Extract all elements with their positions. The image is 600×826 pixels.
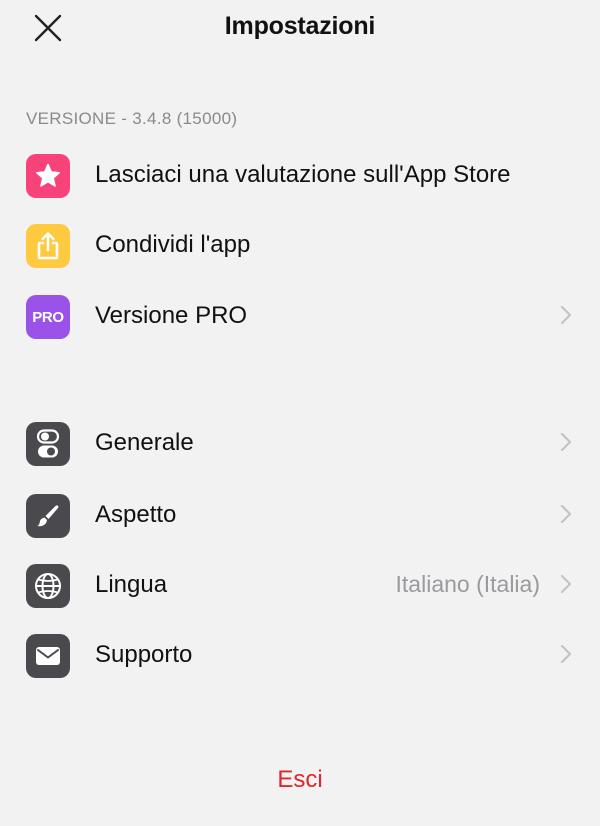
appearance-row[interactable]: Aspetto <box>0 486 600 546</box>
pro-icon-text: PRO <box>32 308 64 326</box>
chevron-right-icon <box>560 432 572 452</box>
brush-icon <box>26 494 70 538</box>
page-title: Impostazioni <box>224 12 376 40</box>
mail-icon <box>26 634 70 678</box>
chevron-right-icon <box>560 574 572 594</box>
general-label: Generale <box>95 429 194 456</box>
support-row[interactable]: Supporto <box>0 626 600 686</box>
language-label: Lingua <box>95 571 168 598</box>
chevron-right-icon <box>560 504 572 524</box>
toggle-icon <box>26 422 70 466</box>
support-label: Supporto <box>95 641 193 668</box>
general-row[interactable]: Generale <box>0 414 600 474</box>
globe-icon <box>26 564 70 608</box>
chevron-right-icon <box>560 644 572 664</box>
rate-app-label: Lasciaci una valutazione sull'App Store <box>95 161 511 188</box>
rate-app-row[interactable]: Lasciaci una valutazione sull'App Store <box>0 146 600 206</box>
share-app-label: Condividi l'app <box>95 231 251 258</box>
exit-button[interactable]: Esci <box>0 766 600 794</box>
language-row[interactable]: Lingua Italiano (Italia) <box>0 556 600 616</box>
share-icon <box>26 224 70 268</box>
pro-icon: PRO <box>26 295 70 339</box>
version-label: VERSIONE - 3.4.8 (15000) <box>26 109 238 128</box>
navigation-bar: Impostazioni <box>0 0 600 56</box>
language-value: Italiano (Italia) <box>395 571 540 597</box>
pro-version-label: Versione PRO <box>95 302 248 329</box>
pro-version-row[interactable]: PRO Versione PRO <box>0 287 600 347</box>
share-app-row[interactable]: Condividi l'app <box>0 216 600 276</box>
appearance-label: Aspetto <box>95 501 177 528</box>
chevron-right-icon <box>560 305 572 325</box>
star-icon <box>26 154 70 198</box>
